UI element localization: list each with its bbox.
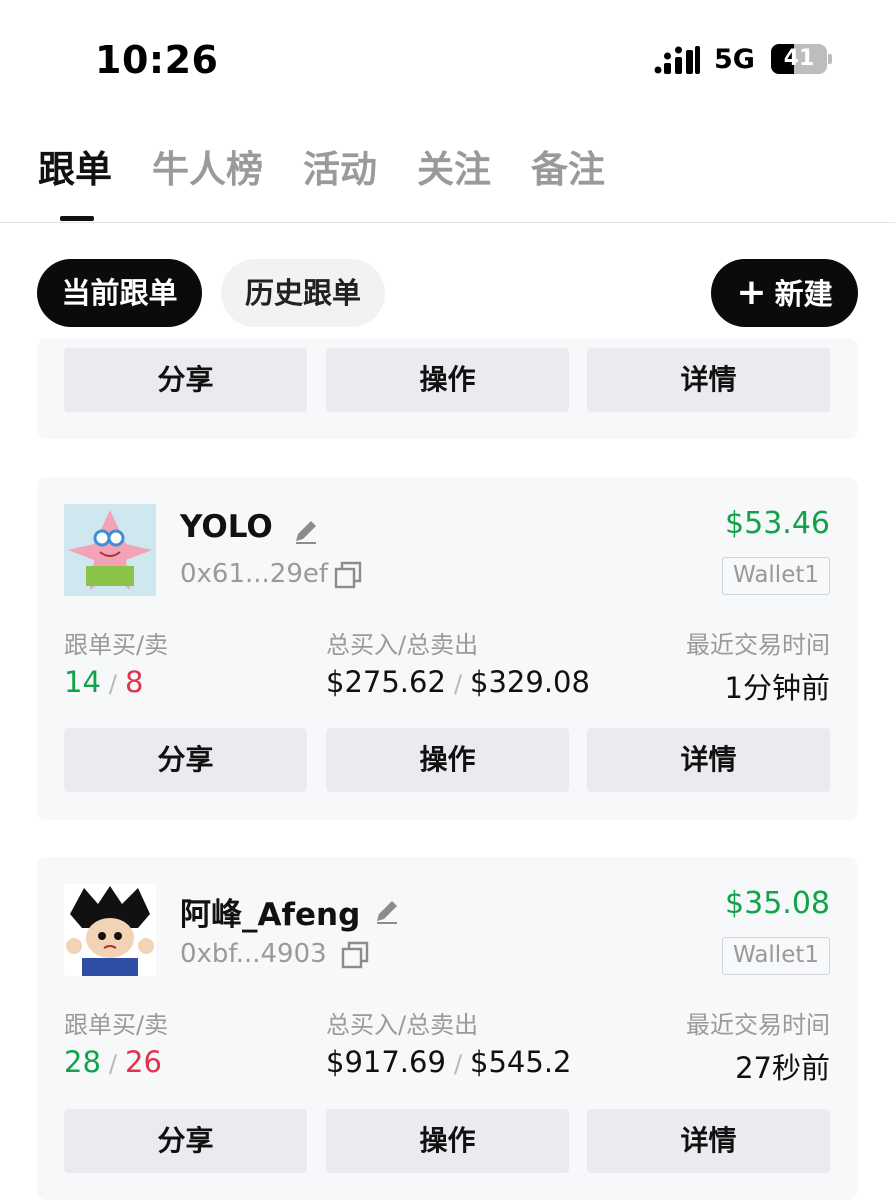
wallet-badge: Wallet1	[722, 937, 830, 975]
sell-count: 26	[125, 1045, 162, 1079]
new-button-label: 新建	[774, 277, 833, 311]
total-sell: $329.08	[470, 665, 590, 699]
last-trade-label: 最近交易时间	[686, 1011, 830, 1039]
history-copy-button[interactable]: 历史跟单	[221, 259, 385, 327]
buy-sell-label: 跟单买/卖	[64, 1011, 169, 1039]
new-button[interactable]: + 新建	[711, 259, 858, 327]
current-copy-button[interactable]: 当前跟单	[37, 259, 202, 327]
status-time: 10:26	[95, 38, 219, 82]
totals-values: $917.69/$545.2	[326, 1045, 572, 1079]
battery-level: 41	[783, 46, 815, 71]
total-buy: $917.69	[326, 1045, 446, 1079]
buy-sell-label: 跟单买/卖	[64, 631, 169, 659]
top-tabs: 跟单 牛人榜 活动 关注 备注	[38, 140, 645, 200]
status-bar: 10:26 5G 41	[0, 0, 895, 110]
last-trade-label: 最近交易时间	[686, 631, 830, 659]
tab-copy-trade[interactable]: 跟单	[38, 140, 112, 200]
active-tab-indicator	[60, 216, 94, 221]
operate-button[interactable]: 操作	[326, 348, 569, 412]
balance-amount: $35.08	[725, 886, 830, 921]
edit-icon[interactable]	[373, 897, 401, 925]
totals-label: 总买入/总卖出	[326, 1011, 479, 1039]
tab-following[interactable]: 关注	[417, 140, 491, 200]
buy-sell-counts: 14/8	[64, 665, 144, 699]
share-button[interactable]: 分享	[64, 348, 307, 412]
tab-events[interactable]: 活动	[303, 140, 377, 200]
network-type: 5G	[714, 44, 755, 75]
operate-button[interactable]: 操作	[326, 728, 569, 792]
detail-button[interactable]: 详情	[587, 1109, 830, 1173]
totals-label: 总买入/总卖出	[326, 631, 479, 659]
avatar	[64, 504, 156, 596]
last-trade-time: 27秒前	[735, 1051, 830, 1085]
signal-icon	[654, 46, 700, 74]
tabs-divider	[0, 222, 895, 223]
total-sell: $545.2	[470, 1045, 572, 1079]
buy-sell-counts: 28/26	[64, 1045, 162, 1079]
detail-button[interactable]: 详情	[587, 348, 830, 412]
trader-name: 阿峰_Afeng	[180, 897, 361, 933]
share-button[interactable]: 分享	[64, 1109, 307, 1173]
copy-icon[interactable]	[341, 941, 369, 969]
wallet-address: 0x61...29ef	[180, 559, 329, 589]
tab-notes[interactable]: 备注	[531, 140, 605, 200]
copy-card-partial: 分享 操作 详情	[37, 338, 858, 439]
balance-amount: $53.46	[725, 506, 830, 541]
trader-name: YOLO	[180, 509, 273, 545]
total-buy: $275.62	[326, 665, 446, 699]
buy-count: 14	[64, 665, 101, 699]
copy-card: YOLO 0x61...29ef $53.46 Wallet1 跟单买/卖 总买…	[37, 477, 858, 820]
last-trade-time: 1分钟前	[724, 671, 830, 705]
share-button[interactable]: 分享	[64, 728, 307, 792]
detail-button[interactable]: 详情	[587, 728, 830, 792]
wallet-badge: Wallet1	[722, 557, 830, 595]
operate-button[interactable]: 操作	[326, 1109, 569, 1173]
avatar	[64, 884, 156, 976]
totals-values: $275.62/$329.08	[326, 665, 590, 699]
plus-icon: +	[736, 272, 767, 313]
battery-icon: 41	[771, 44, 832, 74]
tab-leaderboard[interactable]: 牛人榜	[152, 140, 263, 200]
copy-icon[interactable]	[334, 561, 362, 589]
sell-count: 8	[125, 665, 144, 699]
buy-count: 28	[64, 1045, 101, 1079]
copy-card: 阿峰_Afeng 0xbf...4903 $35.08 Wallet1 跟单买/…	[37, 857, 858, 1200]
wallet-address: 0xbf...4903	[180, 939, 327, 969]
edit-icon[interactable]	[292, 517, 320, 545]
